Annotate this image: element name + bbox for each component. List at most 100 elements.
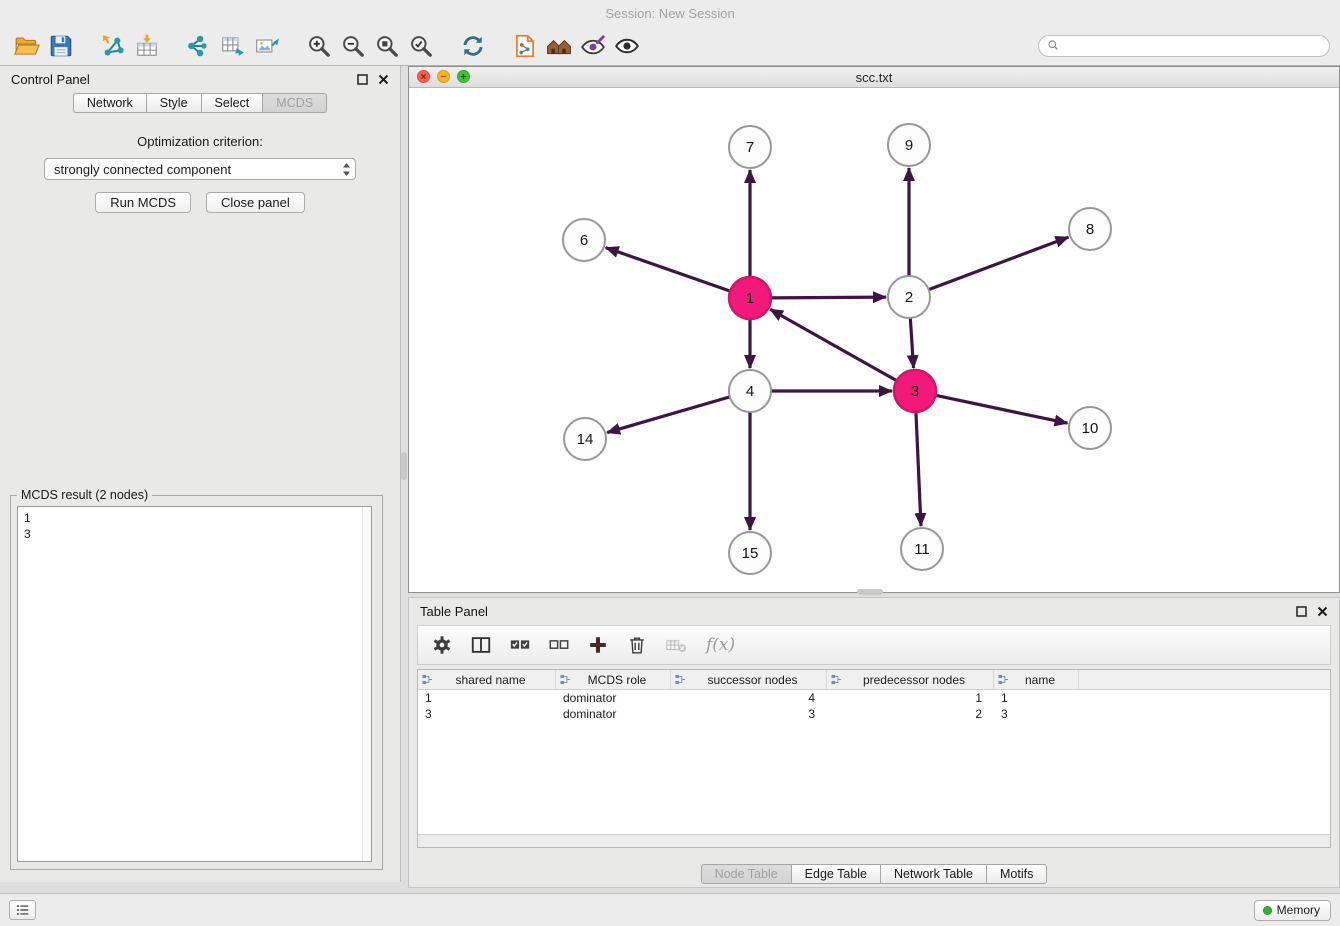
add-row-button[interactable] (587, 634, 609, 656)
svg-text:4: 4 (746, 383, 754, 400)
graph-edge-4-14[interactable] (607, 397, 730, 433)
graph-edge-1-6[interactable] (606, 248, 730, 291)
float-panel-icon[interactable] (357, 74, 368, 85)
table-cell[interactable]: 3 (671, 706, 827, 722)
column-header-predecessor-nodes[interactable]: predecessor nodes (827, 670, 994, 689)
search-input[interactable] (1065, 39, 1321, 53)
export-image-button[interactable] (250, 30, 284, 62)
home-button[interactable] (542, 30, 576, 62)
zoom-in-button[interactable] (302, 30, 336, 62)
delete-row-button[interactable] (626, 634, 648, 656)
mcds-result-list[interactable]: 1 3 (17, 506, 372, 862)
horizontal-scrollbar[interactable] (418, 834, 1330, 847)
minimize-window-icon[interactable] (437, 70, 450, 83)
table-row[interactable]: 3dominator323 (418, 706, 1330, 722)
graph-node-3[interactable]: 3 (894, 370, 936, 412)
new-table-button[interactable] (216, 30, 250, 62)
close-table-panel-icon[interactable] (1317, 606, 1328, 617)
table-cell[interactable]: 1 (418, 690, 556, 706)
show-columns-button[interactable] (470, 634, 492, 656)
import-network-file-button[interactable] (96, 30, 130, 62)
mcds-result-text: 1 3 (24, 510, 31, 542)
graph-edge-2-3[interactable] (910, 318, 913, 368)
network-canvas[interactable]: 7 9 6 8 1 2 4 3 14 10 15 11 (409, 88, 1339, 592)
open-file-button[interactable] (10, 30, 44, 62)
log-console-button[interactable] (9, 900, 36, 920)
tab-node-table[interactable]: Node Table (701, 864, 792, 884)
select-all-button[interactable] (509, 634, 531, 656)
eye-icon (614, 33, 640, 59)
run-mcds-button[interactable]: Run MCDS (95, 192, 191, 213)
tab-motifs[interactable]: Motifs (986, 864, 1047, 884)
mcds-result-title: MCDS result (2 nodes) (17, 488, 152, 502)
zoom-fit-button[interactable] (370, 30, 404, 62)
graph-edge-2-8[interactable] (929, 237, 1069, 290)
table-cell[interactable]: 4 (671, 690, 827, 706)
select-stepper-icon (342, 162, 351, 177)
table-settings-button[interactable] (431, 634, 453, 656)
graph-node-7[interactable]: 7 (729, 126, 771, 168)
graph-node-10[interactable]: 10 (1069, 407, 1111, 449)
tab-network[interactable]: Network (73, 93, 147, 113)
graph-node-4[interactable]: 4 (729, 370, 771, 412)
table-cell[interactable]: 3 (418, 706, 556, 722)
panel-splitter-horizontal[interactable] (857, 589, 883, 595)
zoom-selected-button[interactable] (404, 30, 438, 62)
panel-splitter-vertical[interactable] (401, 452, 407, 480)
network-file-button[interactable] (508, 30, 542, 62)
close-panel-button[interactable]: Close panel (206, 192, 305, 213)
column-header-MCDS-role[interactable]: MCDS role (556, 670, 671, 689)
tab-mcds[interactable]: MCDS (262, 93, 327, 113)
search-box[interactable] (1038, 35, 1330, 57)
graph-edge-3-10[interactable] (936, 395, 1068, 423)
graph-node-15[interactable]: 15 (729, 532, 771, 574)
function-builder-icon[interactable]: f(x) (704, 635, 735, 655)
table-panel: Table Panel f(x) shared nameMCDS role (408, 597, 1340, 888)
deselect-all-button[interactable] (548, 634, 570, 656)
window-title: Session: New Session (605, 6, 734, 21)
table-cell[interactable]: dominator (556, 706, 671, 722)
import-table-file-button[interactable] (130, 30, 164, 62)
tab-edge-table[interactable]: Edge Table (791, 864, 881, 884)
gear-icon (431, 634, 453, 656)
graph-node-1[interactable]: 1 (729, 277, 771, 319)
close-window-icon[interactable] (417, 70, 430, 83)
graph-edge-1-2[interactable] (771, 297, 886, 298)
graph-node-9[interactable]: 9 (888, 124, 930, 166)
column-header-name[interactable]: name (994, 670, 1079, 689)
table-cell[interactable]: 1 (994, 690, 1079, 706)
close-panel-icon[interactable] (378, 74, 389, 85)
network-window-titlebar[interactable]: scc.txt (409, 67, 1339, 88)
graph-node-11[interactable]: 11 (901, 528, 943, 570)
graph-edge-3-1[interactable] (770, 309, 897, 380)
tab-select[interactable]: Select (201, 93, 264, 113)
table-row[interactable]: 1dominator411 (418, 690, 1330, 706)
refresh-layout-button[interactable] (456, 30, 490, 62)
memory-button[interactable]: Memory (1254, 900, 1331, 921)
column-header-successor-nodes[interactable]: successor nodes (671, 670, 827, 689)
graph-edge-3-11[interactable] (916, 412, 921, 526)
zoom-window-icon[interactable] (457, 70, 470, 83)
tab-network-table[interactable]: Network Table (880, 864, 987, 884)
graph-node-2[interactable]: 2 (888, 276, 930, 318)
optimization-criterion-select[interactable]: strongly connected component (44, 158, 356, 180)
table-cell[interactable]: 2 (827, 706, 994, 722)
network-document-icon (512, 33, 538, 59)
columns-icon (470, 634, 492, 656)
table-cell[interactable]: dominator (556, 690, 671, 706)
show-hide-button[interactable] (610, 30, 644, 62)
new-network-button[interactable] (182, 30, 216, 62)
graph-node-14[interactable]: 14 (564, 418, 606, 460)
graph-node-6[interactable]: 6 (563, 219, 605, 261)
table-cell[interactable]: 3 (994, 706, 1079, 722)
style-button[interactable] (576, 30, 610, 62)
column-header-shared-name[interactable]: shared name (418, 670, 556, 689)
zoom-out-button[interactable] (336, 30, 370, 62)
float-table-panel-icon[interactable] (1296, 606, 1307, 617)
delete-table-button[interactable] (665, 634, 687, 656)
attribute-icon (675, 674, 686, 685)
tab-style[interactable]: Style (146, 93, 202, 113)
table-cell[interactable]: 1 (827, 690, 994, 706)
save-session-button[interactable] (44, 30, 78, 62)
graph-node-8[interactable]: 8 (1069, 208, 1111, 250)
